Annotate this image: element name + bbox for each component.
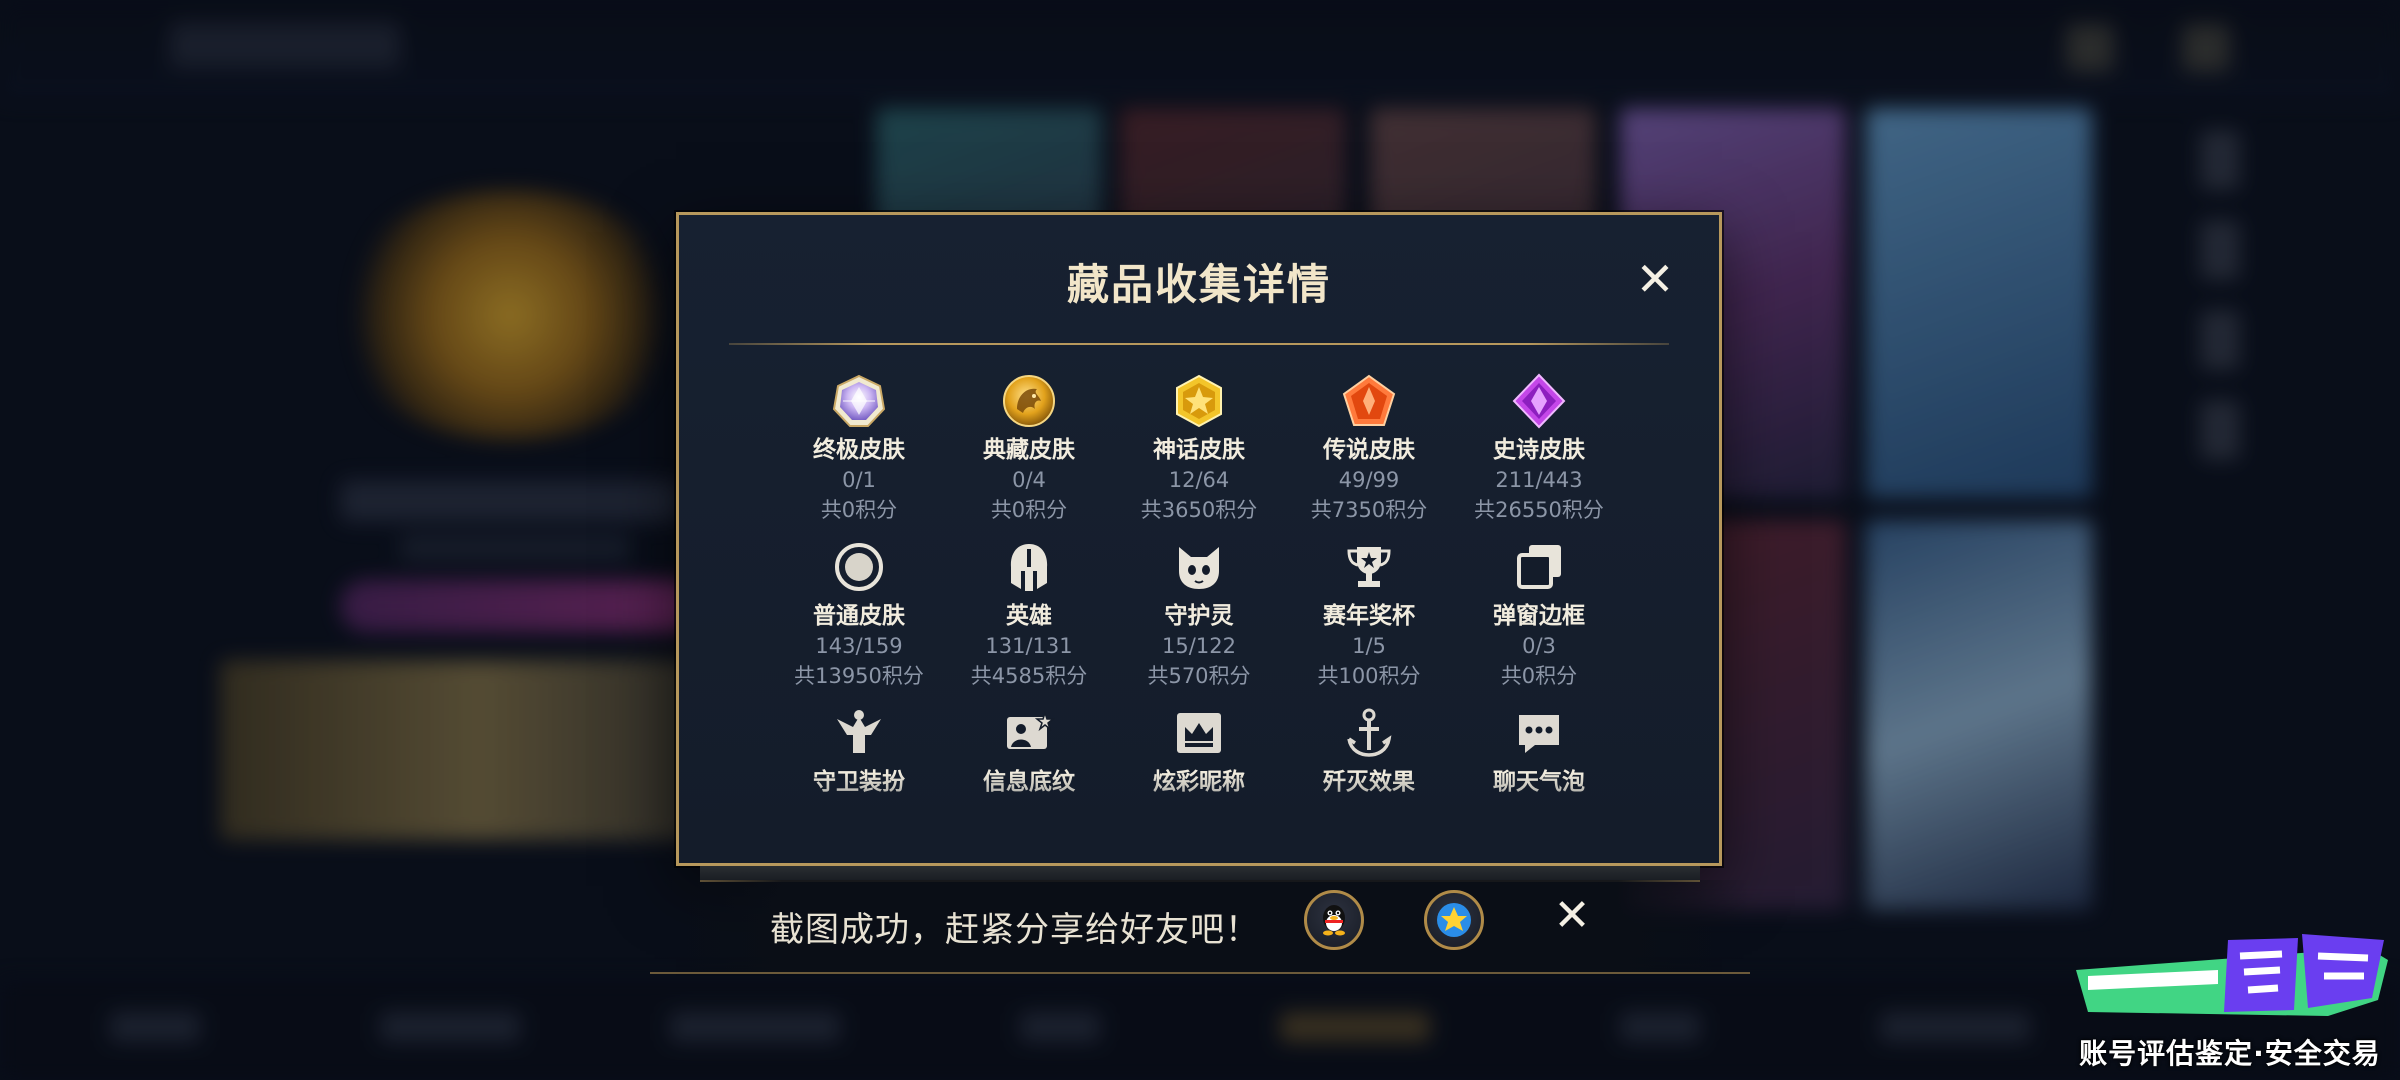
item-points: 共7350积分 [1310,498,1428,522]
item-points: 共0积分 [1500,664,1578,688]
watermark-logo: 账号评估鉴定·安全交易 [2068,920,2392,1072]
item-points: 共3650积分 [1140,498,1258,522]
toast-message: 截图成功，赶紧分享给好友吧！ [770,910,1260,950]
item-progress: 0/3 [1522,634,1556,658]
collection-item-guardian-spirit[interactable]: 守护灵 15/122 共570积分 [1114,539,1284,691]
collection-item-epic-skin[interactable]: 史诗皮肤 211/443 共26550积分 [1454,373,1624,525]
mythic-skin-icon [1176,374,1222,428]
item-name: 英雄 [1006,603,1052,629]
share-qq-button[interactable] [1304,890,1364,950]
collection-item-legend-skin[interactable]: 传说皮肤 49/99 共7350积分 [1284,373,1454,525]
item-name: 弹窗边框 [1493,603,1585,629]
item-progress: 143/159 [815,634,903,658]
item-name: 赛年奖杯 [1323,603,1415,629]
item-name: 史诗皮肤 [1493,437,1585,463]
collection-item-mythic-skin[interactable]: 神话皮肤 12/64 共3650积分 [1114,373,1284,525]
legend-skin-icon [1342,374,1396,426]
item-name: 炫彩昵称 [1153,769,1245,795]
item-name: 守卫装扮 [813,769,905,795]
item-progress: 211/443 [1495,468,1583,492]
ultimate-skin-icon [832,374,886,427]
item-points: 共13950积分 [794,664,924,688]
collection-item-guard-outfit[interactable]: 守卫装扮 [774,705,944,857]
modal-title: 藏品收集详情 [1066,260,1331,309]
item-progress: 131/131 [985,634,1073,658]
item-name: 聊天气泡 [1493,769,1585,795]
item-progress: 0/1 [842,468,876,492]
star-icon [1437,903,1471,937]
item-name: 终极皮肤 [813,437,905,463]
modal-close-button[interactable]: ✕ [1633,256,1677,303]
item-progress: 12/64 [1168,468,1230,492]
collection-item-ultimate-skin[interactable]: 终极皮肤 0/1 共0积分 [774,373,944,525]
item-points: 共0积分 [990,498,1068,522]
item-name: 守护灵 [1164,603,1234,629]
item-name: 普通皮肤 [813,603,905,629]
collection-grid: 终极皮肤 0/1 共0积分 典藏皮肤 0/4 共0积分 神话皮肤 12/64 共… [774,373,1624,857]
item-name: 信息底纹 [983,769,1075,795]
item-progress: 0/4 [1012,468,1046,492]
share-favorite-button[interactable] [1424,890,1484,950]
collection-item-annihilation-effect[interactable]: 歼灭效果 [1284,705,1454,857]
share-toast: 截图成功，赶紧分享给好友吧！ ✕ [650,880,1750,974]
guard-outfit-icon [837,710,881,753]
collection-item-info-background[interactable]: 信息底纹 [944,705,1114,857]
hero-helmet-icon [1010,544,1048,591]
collection-item-popup-frame[interactable]: 弹窗边框 0/3 共0积分 [1454,539,1624,691]
guardian-spirit-icon [1179,547,1219,589]
watermark-tagline: 账号评估鉴定·安全交易 [2079,1037,2381,1070]
close-icon: ✕ [1553,890,1591,941]
item-name: 传说皮肤 [1323,437,1415,463]
close-icon: ✕ [1635,252,1675,306]
colorful-nickname-icon [1177,713,1221,753]
toast-close-button[interactable]: ✕ [1550,894,1594,940]
item-progress: 49/99 [1338,468,1400,492]
collection-details-modal: 藏品收集详情 ✕ 终极皮肤 0/1 共0积分 典藏皮肤 0/4 共0积分 神话皮… [676,212,1722,866]
normal-skin-icon [835,543,883,591]
trophy-icon [1347,547,1391,587]
item-name: 典藏皮肤 [983,437,1075,463]
epic-skin-icon [1512,373,1566,429]
collection-item-hero[interactable]: 英雄 131/131 共4585积分 [944,539,1114,691]
item-name: 歼灭效果 [1323,769,1415,795]
collection-item-colorful-nickname[interactable]: 炫彩昵称 [1114,705,1284,857]
item-points: 共570积分 [1147,664,1251,688]
collection-item-normal-skin[interactable]: 普通皮肤 143/159 共13950积分 [774,539,944,691]
item-name: 神话皮肤 [1153,437,1245,463]
chat-bubble-icon [1519,715,1559,753]
item-points: 共4585积分 [970,664,1088,688]
collection-item-collection-skin[interactable]: 典藏皮肤 0/4 共0积分 [944,373,1114,525]
item-points: 共0积分 [820,498,898,522]
annihilation-effect-icon [1347,708,1392,757]
info-background-icon [1007,710,1056,749]
item-progress: 1/5 [1352,634,1386,658]
item-points: 共26550积分 [1474,498,1604,522]
brand-logo-icon [2076,934,2388,1016]
collection-skin-icon [1003,375,1055,427]
qq-penguin-icon [1323,905,1345,936]
modal-divider [729,343,1669,345]
collection-item-chat-bubble[interactable]: 聊天气泡 [1454,705,1624,857]
item-points: 共100积分 [1317,664,1421,688]
popup-frame-icon [1517,545,1561,589]
collection-item-season-trophy[interactable]: 赛年奖杯 1/5 共100积分 [1284,539,1454,691]
item-progress: 15/122 [1162,634,1236,658]
